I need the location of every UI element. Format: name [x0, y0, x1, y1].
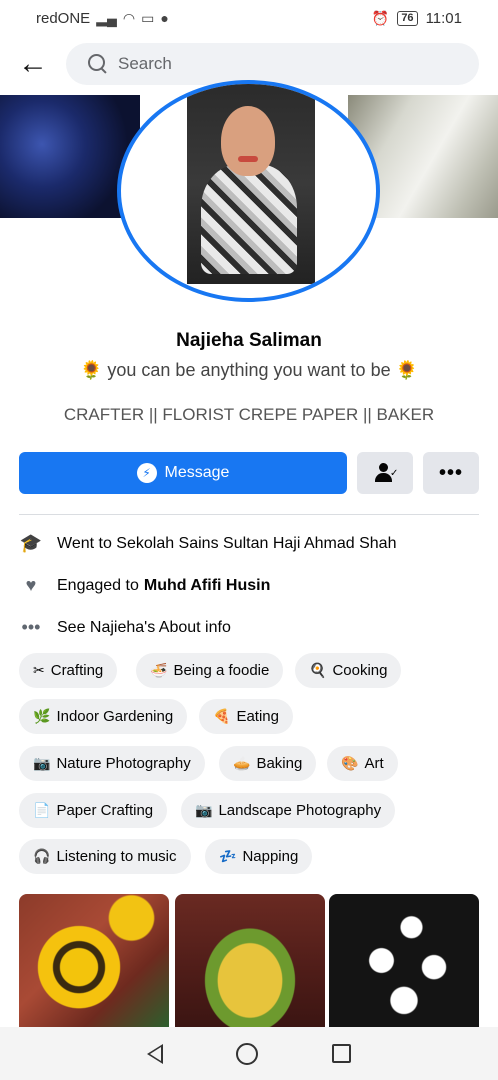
paper-icon: 📄	[33, 802, 51, 818]
system-nav-bar	[0, 1027, 498, 1080]
divider	[19, 514, 479, 515]
more-options-button[interactable]: •••	[423, 452, 479, 494]
profile-name: Najieha Saliman	[176, 330, 322, 351]
hobby-chip[interactable]: 🍜 Being a foodie	[136, 653, 284, 688]
hobby-chip[interactable]: 🥧 Baking	[219, 746, 317, 781]
graduation-cap-icon: 🎓	[19, 533, 43, 553]
pie-icon: 🥧	[233, 755, 251, 771]
noodles-icon: 🍜	[150, 662, 168, 678]
alarm-icon: ⏰	[371, 9, 390, 26]
search-icon	[88, 54, 108, 74]
hobby-chip[interactable]: 📷 Nature Photography	[19, 746, 205, 781]
zzz-icon: 💤	[219, 848, 237, 864]
message-button-label: Message	[164, 464, 230, 481]
clock: 11:01	[425, 9, 462, 27]
about-info-row[interactable]: ••• See Najieha's About info	[19, 617, 479, 638]
cooking-icon: 🍳	[309, 662, 327, 678]
relationship-prefix: Engaged to	[57, 576, 139, 594]
pizza-icon: 🍕	[213, 708, 231, 724]
heart-icon: ♥	[25, 575, 37, 595]
relationship-partner-link[interactable]: Muhd Afifi Husin	[144, 577, 271, 595]
camera-icon: 📷	[195, 802, 213, 818]
signal-icon: ▂▄	[96, 9, 117, 26]
nav-back-icon[interactable]	[146, 1043, 163, 1064]
hobby-chip[interactable]: 🍳 Cooking	[295, 653, 402, 688]
status-bar: redONE ▂▄ ◠ ▭ ● ⏰ 76 11:01	[0, 0, 498, 36]
search-placeholder: Search	[118, 54, 172, 73]
screen-icon: ▭	[141, 9, 155, 26]
hobby-chip[interactable]: 📄 Paper Crafting	[19, 793, 168, 828]
search-input[interactable]: Search	[66, 43, 479, 85]
wifi-icon: ◠	[122, 9, 136, 26]
more-icon: •••	[438, 461, 463, 484]
messenger-icon: ⚡	[136, 463, 157, 483]
featured-photo-white-flowers[interactable]	[329, 894, 479, 1027]
friend-check-icon: ✓	[375, 463, 398, 483]
battery-indicator: 76	[397, 10, 418, 26]
education-text: Went to Sekolah Sains Sultan Haji Ahmad …	[57, 534, 397, 552]
hobby-chip[interactable]: 🌿 Indoor Gardening	[19, 699, 188, 734]
message-button[interactable]: ⚡ Message	[19, 452, 347, 494]
profile-avatar[interactable]	[117, 80, 380, 302]
profile-tagline: CRAFTER || FLORIST CREPE PAPER || BAKER	[63, 405, 435, 424]
featured-photo-sunflowers[interactable]	[19, 894, 169, 1027]
nav-home-icon[interactable]	[236, 1042, 259, 1065]
avatar-photo	[187, 84, 315, 284]
hobby-chip[interactable]: 📷 Landscape Photography	[181, 793, 396, 828]
carrier-label: redONE	[36, 9, 91, 27]
hobby-chip[interactable]: ✂ Crafting	[19, 653, 118, 688]
friends-button[interactable]: ✓	[357, 452, 413, 494]
facebook-icon: ●	[160, 10, 169, 26]
palette-icon: 🎨	[341, 755, 359, 771]
profile-bio: 🌻 you can be anything you want to be 🌻	[0, 360, 498, 381]
back-arrow-icon[interactable]: ←	[0, 40, 66, 88]
hobby-chip[interactable]: 💤 Napping	[205, 839, 313, 874]
hobby-chip[interactable]: 🎨 Art	[327, 746, 398, 781]
more-dots-icon: •••	[21, 617, 41, 637]
sunflower-icon: 🌻	[79, 360, 103, 380]
featured-photo-bouquet[interactable]	[175, 894, 325, 1027]
about-info-link[interactable]: See Najieha's About info	[57, 619, 231, 637]
bio-text: you can be anything you want to be	[107, 360, 391, 380]
hobby-chip[interactable]: 🍕 Eating	[199, 699, 293, 734]
nav-recents-icon[interactable]	[332, 1044, 352, 1063]
headphones-icon: 🎧	[33, 848, 51, 864]
relationship-row[interactable]: ♥ Engaged to Muhd Afifi Husin	[19, 575, 479, 596]
plant-icon: 🌿	[33, 708, 51, 724]
camera-icon: 📷	[33, 755, 51, 771]
sunflower-icon: 🌻	[395, 360, 419, 380]
scissors-icon: ✂	[33, 662, 45, 678]
hobby-chip[interactable]: 🎧 Listening to music	[19, 839, 191, 874]
education-row[interactable]: 🎓 Went to Sekolah Sains Sultan Haji Ahma…	[19, 533, 479, 554]
